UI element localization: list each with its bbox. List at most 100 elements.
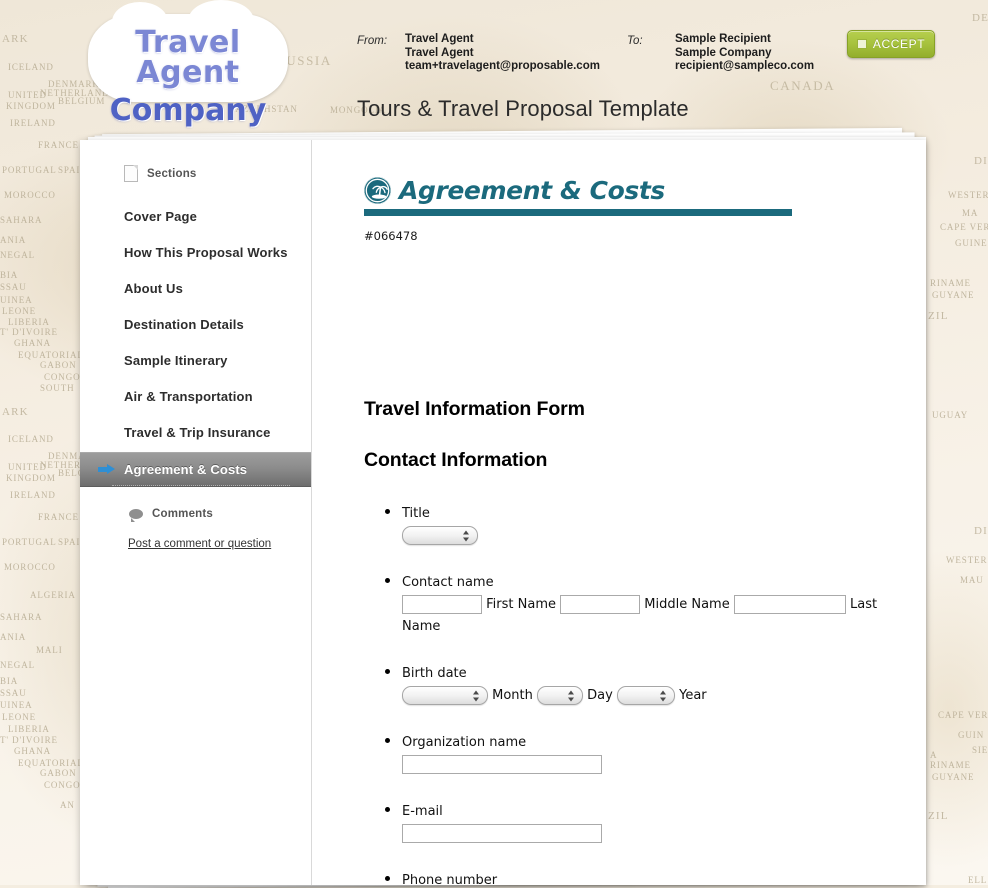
form-field-list: Title Contact name First Name Middle Nam… <box>364 502 904 885</box>
from-line-3: team+travelagent@proposable.com <box>405 60 600 73</box>
map-label: KINGDOM <box>6 473 56 483</box>
map-label: UGUAY <box>932 410 969 420</box>
map-label: SOUTH <box>40 383 75 393</box>
birth-date-label: Birth date <box>402 666 467 681</box>
sidebar-divider <box>112 485 290 486</box>
middle-name-caption: Middle Name <box>644 597 730 612</box>
map-label: RINAME <box>930 278 971 288</box>
title-select[interactable] <box>402 526 478 545</box>
map-label: GUYANE <box>932 772 975 782</box>
map-label: NEGAL <box>0 250 35 260</box>
palm-tree-icon <box>364 177 391 204</box>
section-title-rule <box>364 209 792 216</box>
map-label: GHANA <box>14 746 51 756</box>
stepper-arrows-icon <box>659 689 667 702</box>
sidebar-item-how-this-proposal-works[interactable]: How This Proposal Works <box>80 236 311 269</box>
map-label: GHANA <box>14 338 51 348</box>
map-label: MAU <box>960 575 984 585</box>
map-label: SSAU <box>0 282 27 292</box>
field-birth-date: Birth date Month Day Year <box>402 662 904 707</box>
birth-day-select[interactable] <box>537 686 584 705</box>
email-input[interactable] <box>402 824 602 843</box>
map-label: AN <box>60 800 75 810</box>
map-label: T' D'IVOIRE <box>0 327 58 337</box>
post-comment-link[interactable]: Post a comment or question <box>128 538 271 550</box>
map-label: FRANCE <box>38 140 79 150</box>
logo-line-1: Travel Agent <box>135 25 241 90</box>
to-lines: Sample Recipient Sample Company recipien… <box>675 33 814 74</box>
map-label: T' D'IVOIRE <box>0 735 58 745</box>
map-label: ARK <box>2 406 29 418</box>
sidebar-item-travel-trip-insurance[interactable]: Travel & Trip Insurance <box>80 416 311 449</box>
section-title-block: Agreement & Costs <box>364 176 794 216</box>
sidebar-item-label: Cover Page <box>124 209 198 224</box>
map-label: ELL <box>968 875 988 885</box>
sidebar-item-cover-page[interactable]: Cover Page <box>80 200 311 233</box>
to-label: To: <box>627 35 643 47</box>
sidebar-item-label: Destination Details <box>124 317 244 332</box>
map-label: FRANCE <box>38 512 79 522</box>
from-line-2: Travel Agent <box>405 46 474 59</box>
arrow-right-icon <box>98 464 116 475</box>
map-label: BIA <box>0 676 19 686</box>
map-label: GUINE <box>955 238 988 248</box>
sidebar-item-about-us[interactable]: About Us <box>80 272 311 305</box>
contact-information-heading: Contact Information <box>364 449 548 471</box>
map-label: SSAU <box>0 688 27 698</box>
contact-name-label: Contact name <box>402 575 494 590</box>
map-label: PORTUGAL <box>2 165 57 175</box>
sidebar-item-destination-details[interactable]: Destination Details <box>80 308 311 341</box>
birth-year-select[interactable] <box>616 686 675 705</box>
from-line-1: Travel Agent <box>405 33 474 45</box>
month-caption: Month <box>492 688 533 703</box>
map-label: SIE <box>972 745 988 755</box>
map-label: UINEA <box>0 295 33 305</box>
organization-input[interactable] <box>402 755 602 774</box>
middle-name-input[interactable] <box>560 595 641 614</box>
field-organization: Organization name <box>402 731 904 776</box>
stepper-arrows-icon <box>463 529 470 542</box>
map-label: CONGO <box>44 372 81 382</box>
phone-label: Phone number <box>402 873 498 885</box>
map-label: UINEA <box>0 700 33 710</box>
stepper-arrows-icon <box>473 689 480 702</box>
sidebar-item-label: Air & Transportation <box>124 389 253 404</box>
document-icon <box>124 165 138 182</box>
map-label: MOROCCO <box>4 562 56 572</box>
sidebar-item-agreement-costs[interactable]: Agreement & Costs <box>80 452 311 487</box>
first-name-caption: First Name <box>486 597 556 612</box>
map-label: BIA <box>0 270 19 280</box>
map-label: RINAME <box>930 760 971 770</box>
map-label: MOROCCO <box>4 190 56 200</box>
map-label: PORTUGAL <box>2 537 57 547</box>
map-label: SAHARA <box>0 215 43 225</box>
from-label: From: <box>357 35 388 47</box>
map-label: ZIL <box>928 310 949 322</box>
field-contact-name: Contact name First Name Middle Name Last… <box>402 571 904 638</box>
accept-button[interactable]: ACCEPT <box>847 30 935 58</box>
map-label: NEGAL <box>0 660 35 670</box>
accept-checkbox-icon <box>856 39 867 49</box>
to-line-1: Sample Recipient <box>675 33 771 45</box>
organization-label: Organization name <box>402 735 527 750</box>
section-number: #066478 <box>364 229 418 243</box>
to-line-3: recipient@sampleco.com <box>675 60 815 73</box>
field-email: E-mail <box>402 800 904 845</box>
sidebar-item-label: How This Proposal Works <box>124 245 288 260</box>
map-label: DI <box>974 155 988 167</box>
birth-month-select[interactable] <box>402 686 488 705</box>
last-name-input[interactable] <box>733 595 846 614</box>
map-label: UNITED <box>8 462 47 472</box>
map-label: WESTER <box>946 555 988 565</box>
sidebar-item-air-transportation[interactable]: Air & Transportation <box>80 380 311 413</box>
map-label: CAPE VERDE <box>940 222 988 232</box>
map-label: LIBERIA <box>8 724 50 734</box>
field-title: Title <box>402 502 904 547</box>
map-label: SAHARA <box>0 612 43 622</box>
sidebar-item-sample-itinerary[interactable]: Sample Itinerary <box>80 344 311 377</box>
map-label: MALI <box>36 645 63 655</box>
first-name-input[interactable] <box>402 595 482 614</box>
sidebar-item-label: Agreement & Costs <box>124 462 248 477</box>
map-label: ALGERIA <box>30 590 76 600</box>
title-label: Title <box>402 506 430 521</box>
